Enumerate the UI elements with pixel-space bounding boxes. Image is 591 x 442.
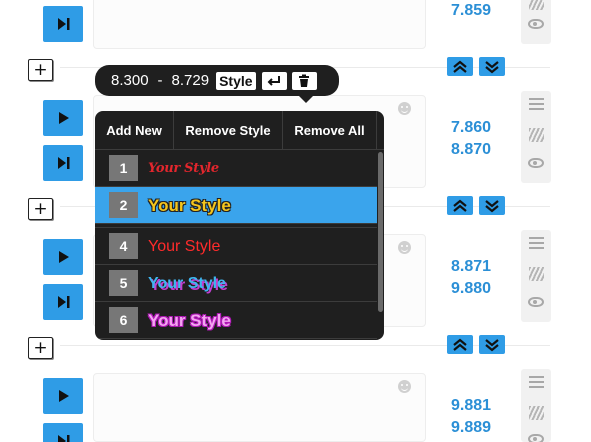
- timecode-start: 7.859: [450, 2, 492, 19]
- emoji-icon[interactable]: [398, 380, 411, 393]
- return-icon: [267, 75, 281, 86]
- delete-button[interactable]: [291, 71, 317, 90]
- timecode-start: 9.881: [450, 397, 492, 414]
- tab-remove-all[interactable]: Remove All: [283, 111, 377, 150]
- move-up-button[interactable]: [447, 196, 473, 215]
- emoji-icon[interactable]: [398, 102, 411, 115]
- play-button[interactable]: [43, 378, 83, 414]
- tooltip-end-time: 8.729: [171, 72, 210, 89]
- style-popup-tabs: Add New Remove Style Remove All: [95, 111, 384, 150]
- skip-next-icon: [58, 296, 70, 308]
- row-side-panel: [521, 230, 551, 322]
- emoji-icon[interactable]: [398, 241, 411, 254]
- style-number: 2: [109, 192, 138, 218]
- style-number: 5: [109, 270, 138, 296]
- trash-icon: [299, 74, 310, 87]
- style-item[interactable]: 1 Your Style: [95, 150, 377, 187]
- play-segment-button[interactable]: [43, 284, 83, 320]
- return-button[interactable]: [261, 71, 287, 90]
- move-up-button[interactable]: [447, 335, 473, 354]
- subtitle-editor: 7.859 + 7.860 8.870 + 8.871 9.880 + 9.88…: [0, 0, 591, 442]
- skip-next-icon: [58, 157, 70, 169]
- eye-icon[interactable]: [528, 434, 544, 442]
- timecode-end: 9.880: [450, 280, 492, 297]
- skip-next-icon: [58, 18, 70, 30]
- timecode-start: 8.871: [450, 258, 492, 275]
- row-side-panel: [521, 0, 551, 44]
- waveform-icon[interactable]: [529, 406, 544, 420]
- subtitle-text-box[interactable]: [93, 0, 426, 49]
- tab-remove-style[interactable]: Remove Style: [174, 111, 283, 150]
- eye-icon[interactable]: [528, 297, 544, 307]
- double-chevron-up-icon: [453, 199, 467, 212]
- double-chevron-up-icon: [453, 338, 467, 351]
- menu-icon[interactable]: [529, 98, 544, 112]
- style-number: 6: [109, 307, 138, 333]
- style-preview: Your Style: [148, 237, 221, 255]
- eye-icon[interactable]: [528, 19, 544, 29]
- style-preview: Your Style: [148, 310, 231, 330]
- play-icon: [59, 112, 69, 124]
- row-divider: [60, 345, 550, 346]
- play-segment-button[interactable]: [43, 145, 83, 181]
- timecode-start: 7.860: [450, 119, 492, 136]
- play-button[interactable]: [43, 239, 83, 275]
- subtitle-text-box[interactable]: [93, 373, 426, 442]
- tooltip-start-time: 8.300: [111, 72, 149, 89]
- row-side-panel: [521, 369, 551, 442]
- style-item-partial[interactable]: [95, 339, 377, 340]
- style-number: 4: [109, 233, 138, 259]
- add-row-button[interactable]: +: [28, 59, 53, 81]
- double-chevron-down-icon: [485, 60, 499, 73]
- menu-icon[interactable]: [529, 376, 544, 390]
- timecode-end: 8.870: [450, 141, 492, 158]
- eye-icon[interactable]: [528, 158, 544, 168]
- tab-add-new[interactable]: Add New: [95, 111, 174, 150]
- skip-next-icon: [58, 435, 70, 442]
- style-popup: Add New Remove Style Remove All 1 Your S…: [95, 111, 384, 340]
- play-segment-button[interactable]: [43, 423, 83, 442]
- timing-tooltip: 8.300 - 8.729 Style: [95, 65, 339, 103]
- move-up-button[interactable]: [447, 57, 473, 76]
- waveform-icon[interactable]: [529, 128, 544, 142]
- style-list-scrollbar[interactable]: [377, 150, 384, 340]
- play-segment-button[interactable]: [43, 6, 83, 42]
- style-preview: Your Style: [148, 195, 231, 215]
- style-item[interactable]: 6 Your Style: [95, 302, 377, 339]
- tooltip-separator: -: [157, 72, 163, 89]
- style-list: 1 Your Style 2 Your Style 4 Your Style 5…: [95, 150, 377, 340]
- double-chevron-up-icon: [453, 60, 467, 73]
- add-row-button[interactable]: +: [28, 198, 53, 220]
- double-chevron-down-icon: [485, 338, 499, 351]
- play-button[interactable]: [43, 100, 83, 136]
- waveform-icon[interactable]: [529, 0, 544, 10]
- timecode-end: 9.889: [450, 419, 492, 436]
- waveform-icon[interactable]: [529, 267, 544, 281]
- add-row-button[interactable]: +: [28, 337, 53, 359]
- row-side-panel: [521, 91, 551, 183]
- style-preview: Your Style: [148, 274, 226, 292]
- scrollbar-thumb[interactable]: [378, 152, 383, 312]
- style-item[interactable]: 4 Your Style: [95, 228, 377, 265]
- play-icon: [59, 390, 69, 402]
- move-down-button[interactable]: [479, 57, 505, 76]
- style-preview: Your Style: [148, 161, 219, 176]
- style-item[interactable]: 5 Your Style: [95, 265, 377, 302]
- move-down-button[interactable]: [479, 335, 505, 354]
- style-item-selected[interactable]: 2 Your Style: [95, 187, 377, 224]
- move-down-button[interactable]: [479, 196, 505, 215]
- style-number: 1: [109, 155, 138, 181]
- style-button[interactable]: Style: [216, 71, 256, 90]
- double-chevron-down-icon: [485, 199, 499, 212]
- menu-icon[interactable]: [529, 237, 544, 251]
- play-icon: [59, 251, 69, 263]
